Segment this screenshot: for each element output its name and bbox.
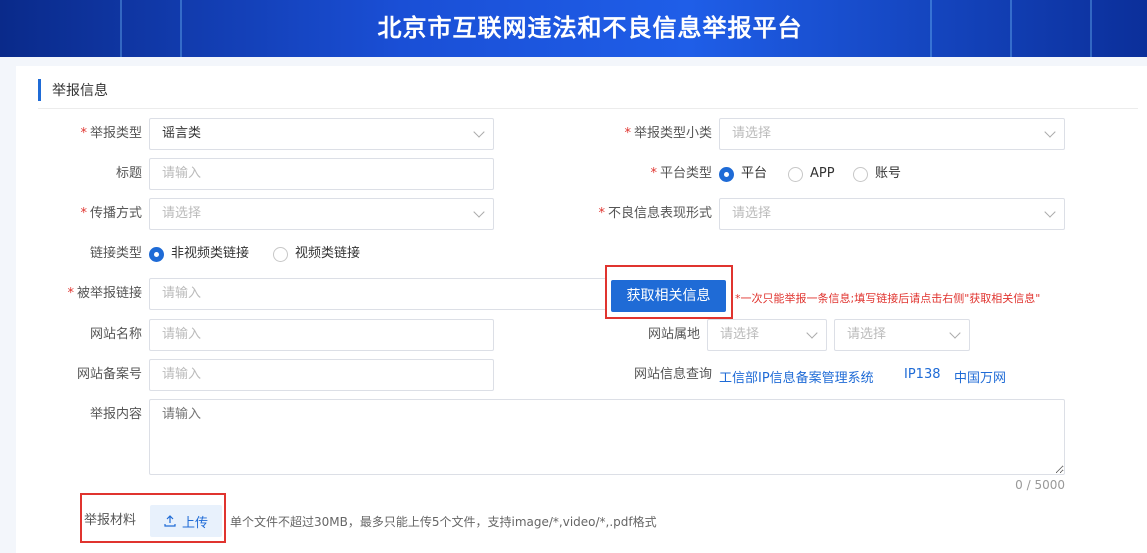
bad-info-form-label: * 不良信息表现形式: [598, 206, 712, 221]
radio-icon: [788, 166, 803, 182]
site-name-label: 网站名称: [89, 327, 142, 342]
bad-info-form-select[interactable]: 请选择: [719, 198, 1065, 230]
report-type-label: * 举报类型: [80, 126, 142, 141]
content-textarea[interactable]: [149, 399, 1065, 475]
site-icp-input[interactable]: 请输入: [149, 359, 494, 391]
chevron-down-icon: [473, 206, 485, 218]
radio-icon: [273, 246, 288, 262]
link-option-non-video[interactable]: 非视频类链接: [149, 238, 249, 270]
fetch-info-button[interactable]: 获取相关信息: [611, 280, 726, 312]
radio-selected-icon: [719, 166, 734, 182]
link-ip138[interactable]: IP138: [904, 367, 941, 382]
char-counter: 0 / 5000: [1015, 478, 1065, 492]
content-label: 举报内容: [89, 407, 142, 422]
chevron-down-icon: [1044, 206, 1056, 218]
site-query-label: 网站信息查询: [633, 367, 712, 382]
section-accent-bar: [38, 79, 41, 101]
spread-method-label: * 传播方式: [80, 206, 142, 221]
upload-hint: 单个文件不超过30MB，最多只能上传5个文件，支持image/*,video/*…: [230, 515, 657, 529]
page-title: 北京市互联网违法和不良信息举报平台: [377, 14, 803, 42]
upload-icon: [164, 515, 176, 527]
upload-button[interactable]: 上传: [150, 505, 222, 537]
title-input[interactable]: 请输入: [149, 158, 494, 190]
link-type-label: 链接类型: [89, 246, 142, 261]
link-net-cn[interactable]: 中国万网: [954, 367, 1006, 386]
platform-type-label: * 平台类型: [650, 166, 712, 181]
report-subtype-label: * 举报类型小类: [624, 126, 712, 141]
section-title: 举报信息: [52, 83, 108, 99]
radio-selected-icon: [149, 246, 164, 262]
spread-method-select[interactable]: 请选择: [149, 198, 494, 230]
reported-link-label: * 被举报链接: [67, 286, 142, 301]
link-option-video[interactable]: 视频类链接: [273, 238, 360, 270]
fetch-note: *一次只能举报一条信息;填写链接后请点击右侧"获取相关信息": [735, 292, 1041, 305]
page-header: 北京市互联网违法和不良信息举报平台: [0, 0, 1147, 57]
platform-option-app[interactable]: APP: [788, 158, 835, 190]
site-location-label: 网站属地: [647, 327, 700, 342]
title-label: 标题: [115, 166, 142, 181]
chevron-down-icon: [1044, 126, 1056, 138]
reported-link-input[interactable]: 请输入: [149, 278, 607, 310]
report-subtype-select[interactable]: 请选择: [719, 118, 1065, 150]
site-name-input[interactable]: 请输入: [149, 319, 494, 351]
chevron-down-icon: [949, 327, 961, 339]
platform-option-platform[interactable]: 平台: [719, 158, 767, 190]
section-divider: [38, 108, 1138, 109]
chevron-down-icon: [473, 126, 485, 138]
radio-icon: [853, 166, 868, 182]
platform-option-account[interactable]: 账号: [853, 158, 901, 190]
site-icp-label: 网站备案号: [76, 367, 142, 382]
report-type-select[interactable]: 谣言类: [149, 118, 494, 150]
site-location-city-select[interactable]: 请选择: [834, 319, 970, 351]
material-label: 举报材料: [84, 513, 137, 528]
site-location-province-select[interactable]: 请选择: [707, 319, 827, 351]
link-miit-icp[interactable]: 工信部IP信息备案管理系统: [719, 367, 874, 386]
chevron-down-icon: [806, 327, 818, 339]
